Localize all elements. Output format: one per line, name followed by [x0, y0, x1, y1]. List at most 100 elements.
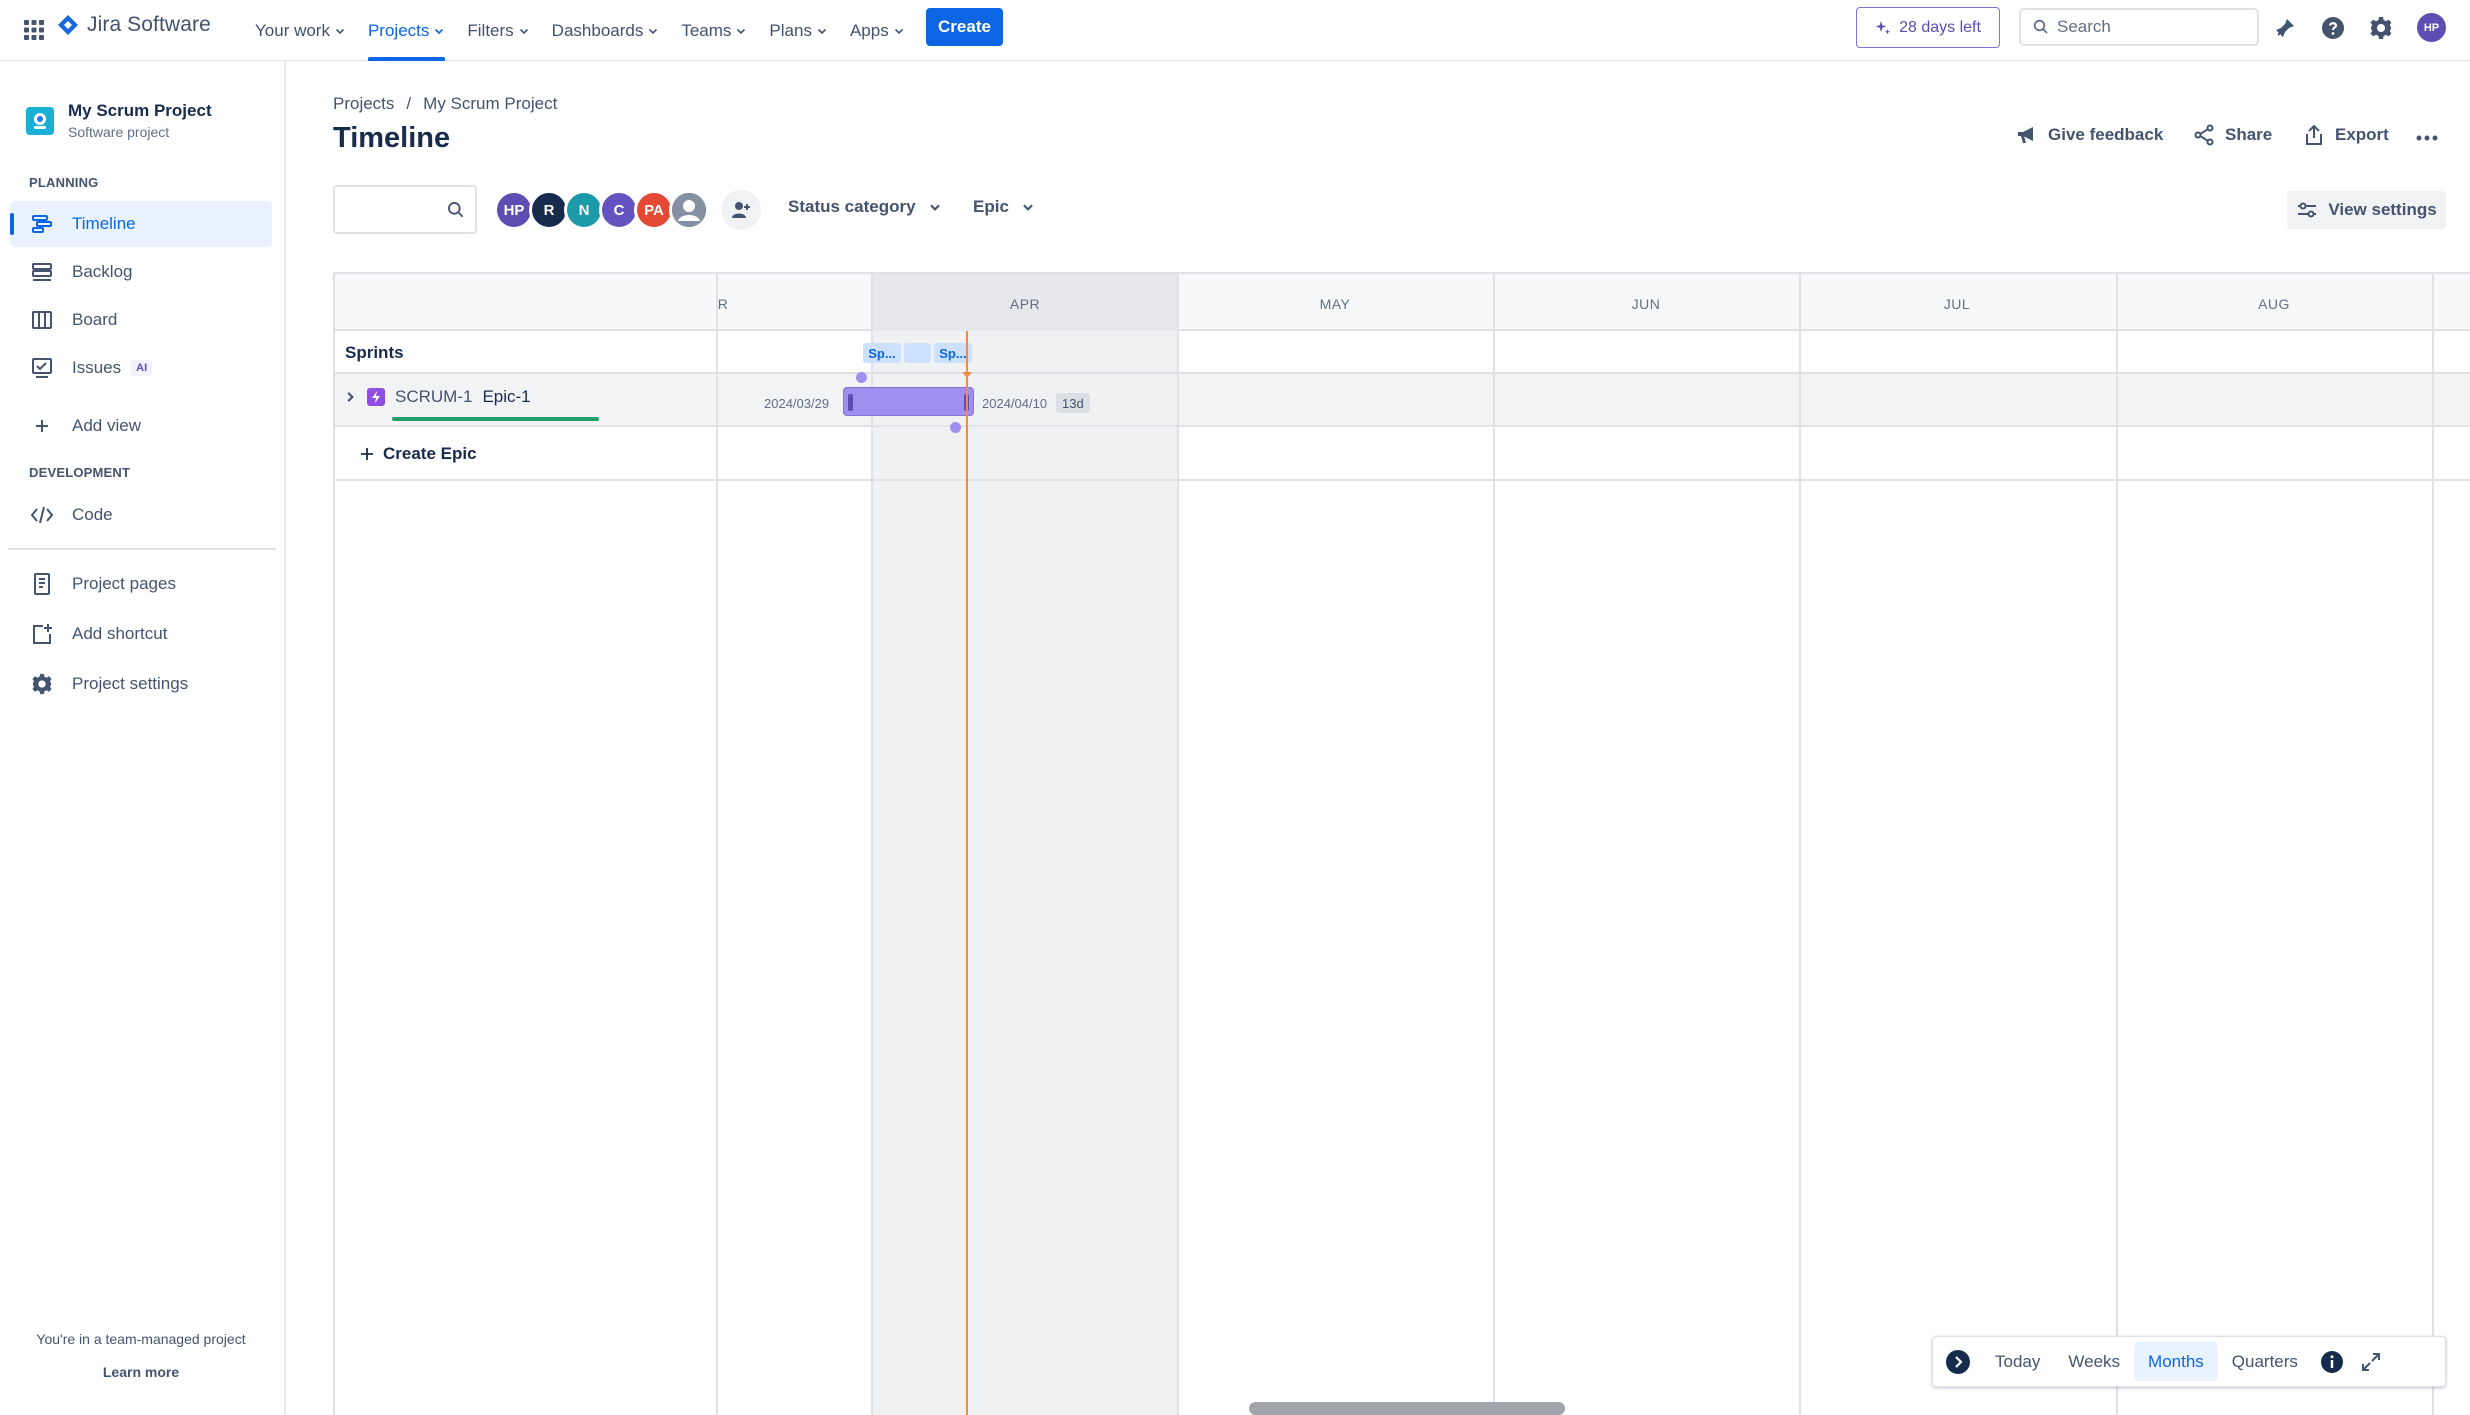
- export-button[interactable]: Export: [2303, 124, 2389, 146]
- sidebar-item-add-shortcut[interactable]: Add shortcut: [10, 611, 272, 657]
- avatar-n[interactable]: N: [564, 190, 604, 230]
- project-avatar: [26, 106, 54, 135]
- chevron-down-icon: [649, 28, 658, 34]
- sidebar-item-timeline[interactable]: Timeline: [10, 201, 272, 247]
- view-settings-button[interactable]: View settings: [2287, 191, 2446, 229]
- sidebar-item-project-settings[interactable]: Project settings: [10, 661, 272, 707]
- chevron-down-icon: [435, 28, 444, 34]
- sliders-icon: [2298, 202, 2317, 218]
- status-category-dropdown[interactable]: Status category: [788, 197, 942, 217]
- trial-button[interactable]: 28 days left: [1856, 7, 2000, 48]
- add-people-button[interactable]: [721, 190, 761, 230]
- settings-gear-icon: [30, 672, 54, 696]
- sidebar-item-issues[interactable]: Issues AI: [10, 345, 272, 391]
- sidebar-item-label: Backlog: [72, 262, 133, 281]
- bar-resize-handle-start[interactable]: [848, 394, 853, 411]
- add-person-icon: [732, 202, 750, 218]
- dropdown-label: Status category: [788, 197, 916, 216]
- timeline-search-input[interactable]: [333, 185, 477, 234]
- learn-more-link[interactable]: Learn more: [0, 1364, 282, 1380]
- app-name: Jira Software: [87, 13, 211, 36]
- avatar-c[interactable]: C: [599, 190, 639, 230]
- sidebar-divider: [8, 548, 276, 550]
- chevron-down-icon: [737, 28, 746, 34]
- epic-key[interactable]: SCRUM-1: [395, 387, 472, 407]
- months-button[interactable]: Months: [2134, 1342, 2218, 1381]
- avatar-pa[interactable]: PA: [634, 190, 674, 230]
- create-epic-label: Create Epic: [383, 444, 477, 463]
- nav-teams[interactable]: Teams: [681, 0, 747, 61]
- sprint-chip[interactable]: Sp...: [863, 343, 901, 363]
- avatar-unassigned[interactable]: [669, 190, 709, 230]
- chevron-down-icon: [335, 28, 345, 34]
- sidebar-item-board[interactable]: Board: [10, 297, 272, 343]
- more-options-icon[interactable]: [2413, 124, 2441, 152]
- plus-icon: [361, 448, 373, 460]
- sidebar-item-backlog[interactable]: Backlog: [10, 249, 272, 295]
- help-icon[interactable]: [2318, 13, 2348, 43]
- dependency-dot-end[interactable]: [950, 422, 961, 433]
- chevron-down-icon: [894, 28, 903, 34]
- today-button[interactable]: Today: [1981, 1342, 2054, 1381]
- month-label-apr: APR: [1009, 296, 1041, 312]
- epic-bar[interactable]: [843, 387, 974, 416]
- avatar-r[interactable]: R: [529, 190, 569, 230]
- fullscreen-icon[interactable]: [2352, 1342, 2390, 1381]
- sidebar-item-project-pages[interactable]: Project pages: [10, 561, 272, 607]
- sprint-chip[interactable]: [904, 343, 931, 363]
- chevron-right-icon[interactable]: [343, 390, 357, 404]
- create-button[interactable]: Create: [926, 8, 1003, 46]
- project-sidebar: My Scrum Project Software project PLANNI…: [0, 61, 286, 1415]
- epic-item[interactable]: SCRUM-1 Epic-1: [343, 387, 531, 407]
- dependency-dot-start[interactable]: [856, 372, 867, 383]
- sidebar-item-code[interactable]: Code: [10, 492, 272, 538]
- dropdown-label: Epic: [973, 197, 1009, 216]
- jira-logo[interactable]: Jira Software: [57, 13, 211, 37]
- assignee-avatars: HP R N C PA: [494, 190, 709, 230]
- project-header[interactable]: My Scrum Project Software project: [26, 101, 212, 140]
- global-search-input[interactable]: Search: [2019, 8, 2259, 46]
- nav-your-work[interactable]: Your work: [255, 0, 346, 61]
- search-icon: [2033, 19, 2048, 34]
- page-title: Timeline: [333, 122, 451, 154]
- create-epic-button[interactable]: Create Epic: [359, 444, 477, 464]
- sidebar-item-label: Code: [72, 505, 113, 524]
- notifications-icon[interactable]: [2270, 13, 2300, 43]
- settings-gear-icon[interactable]: [2366, 13, 2396, 43]
- sidebar-item-add-view[interactable]: Add view: [10, 403, 272, 449]
- nav-label: Apps: [849, 20, 889, 40]
- nav-label: Your work: [255, 20, 330, 40]
- breadcrumb-projects[interactable]: Projects: [333, 94, 394, 114]
- profile-avatar[interactable]: HP: [2417, 13, 2446, 42]
- sparkle-icon: [1875, 20, 1891, 34]
- quarters-button[interactable]: Quarters: [2218, 1342, 2312, 1381]
- avatar-hp[interactable]: HP: [494, 190, 534, 230]
- page-icon: [30, 572, 54, 596]
- sidebar-item-label: Issues: [72, 358, 122, 377]
- nav-plans[interactable]: Plans: [769, 0, 828, 61]
- sidebar-item-label: Board: [72, 310, 118, 329]
- month-label-mar: R: [717, 296, 729, 312]
- search-icon: [448, 202, 464, 218]
- chevron-down-icon: [1023, 204, 1033, 211]
- weeks-button[interactable]: Weeks: [2054, 1342, 2134, 1381]
- epic-end-date: 2024/04/10: [982, 396, 1048, 411]
- primary-nav: Your work Projects Filters Dashboards Te…: [255, 0, 927, 61]
- app-switcher-icon[interactable]: [20, 16, 48, 44]
- nav-projects[interactable]: Projects: [367, 0, 446, 61]
- share-button[interactable]: Share: [2193, 124, 2272, 146]
- add-shortcut-icon: [30, 622, 54, 646]
- give-feedback-button[interactable]: Give feedback: [2016, 124, 2163, 146]
- ai-badge: AI: [131, 360, 153, 376]
- horizontal-scrollbar[interactable]: [1249, 1402, 1565, 1415]
- info-icon[interactable]: [2312, 1342, 2352, 1381]
- epic-summary[interactable]: Epic-1: [482, 387, 530, 407]
- breadcrumb: Projects / My Scrum Project: [333, 94, 557, 114]
- epic-dropdown[interactable]: Epic: [973, 197, 1035, 217]
- expand-panel-icon[interactable]: [1933, 1342, 1981, 1381]
- breadcrumb-project[interactable]: My Scrum Project: [423, 94, 557, 114]
- epic-duration-badge: 13d: [1056, 393, 1090, 413]
- nav-apps[interactable]: Apps: [850, 0, 905, 61]
- nav-dashboards[interactable]: Dashboards: [552, 0, 660, 61]
- nav-filters[interactable]: Filters: [467, 0, 529, 61]
